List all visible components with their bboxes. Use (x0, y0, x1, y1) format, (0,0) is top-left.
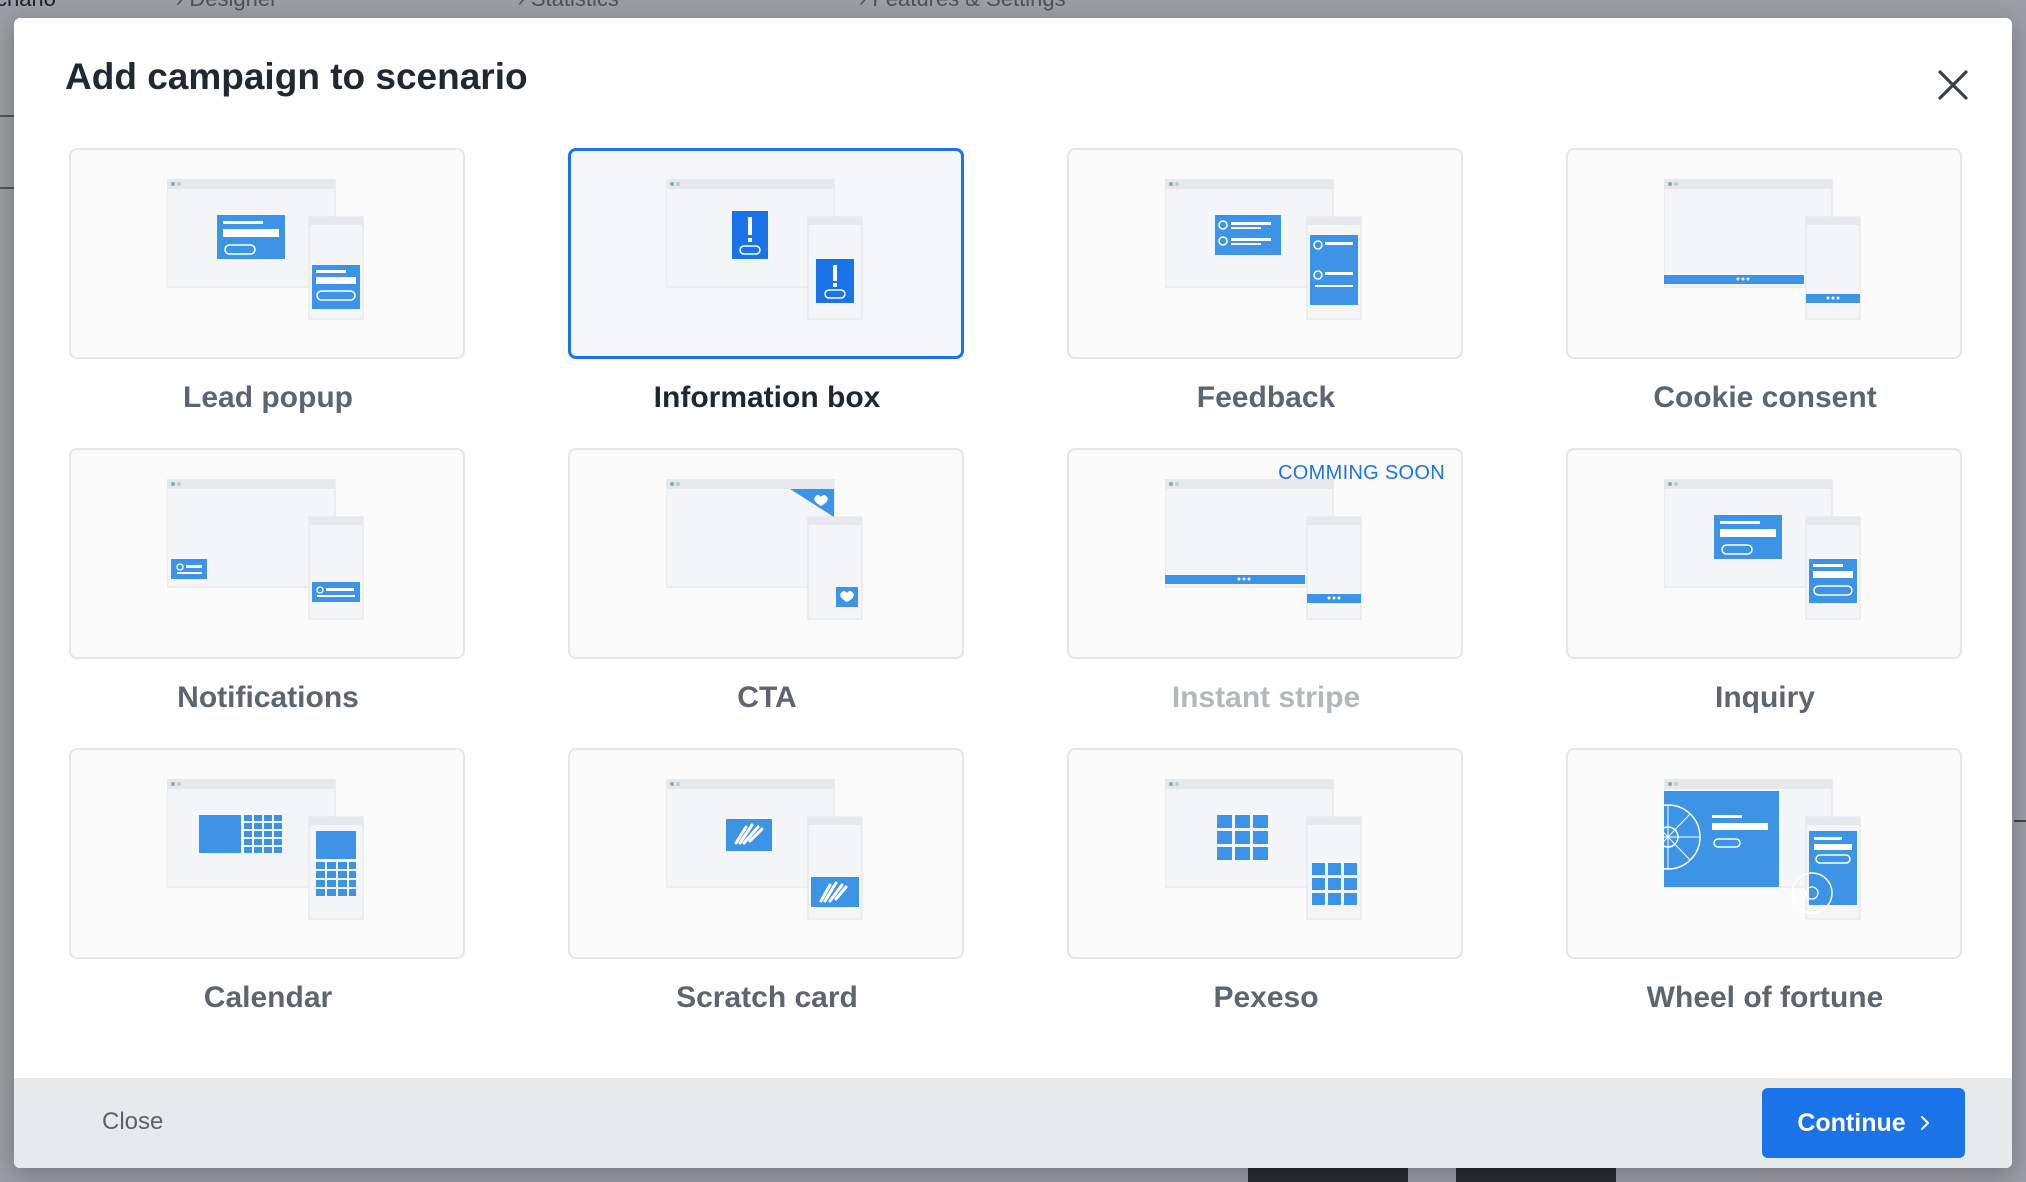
close-button[interactable]: Close (102, 1108, 163, 1136)
campaign-card-label: Feedback (1196, 381, 1336, 414)
background-tabs: cnario › Designer › Statistics › Feature… (0, 0, 1306, 12)
campaign-card-label: CTA (737, 681, 797, 714)
campaign-card-calendar[interactable]: Calendar (69, 748, 467, 1048)
campaign-card-inquiry[interactable]: Inquiry (1566, 448, 1964, 748)
campaign-card-label: Calendar (203, 981, 333, 1014)
pexeso-illustration (1067, 748, 1463, 959)
instant-stripe-illustration: COMMING SOON (1067, 448, 1463, 659)
campaign-card-cookie-consent[interactable]: Cookie consent (1566, 148, 1964, 448)
campaign-type-grid: Lead popup Information box Feedback Cook… (69, 148, 1964, 1048)
campaign-card-scratch-card[interactable]: Scratch card (568, 748, 966, 1048)
calendar-illustration (69, 748, 465, 959)
add-campaign-modal: Add campaign to scenario Lead popup Info… (14, 18, 2012, 1168)
coming-soon-badge: COMMING SOON (1278, 462, 1445, 484)
background-divider (2014, 820, 2026, 822)
campaign-card-feedback[interactable]: Feedback (1067, 148, 1465, 448)
cta-illustration (568, 448, 964, 659)
background-tab: › Designer (176, 0, 398, 12)
close-icon[interactable] (1928, 60, 1978, 110)
campaign-card-label: Lead popup (183, 381, 353, 414)
campaign-card-label: Information box (653, 381, 881, 414)
campaign-card-cta[interactable]: CTA (568, 448, 966, 748)
lead-popup-illustration (69, 148, 465, 359)
notifications-illustration (69, 448, 465, 659)
continue-button[interactable]: Continue (1762, 1088, 1965, 1158)
background-tab: › Statistics (517, 0, 738, 12)
campaign-card-label: Scratch card (676, 981, 858, 1014)
information-box-illustration (568, 148, 964, 359)
campaign-card-label: Notifications (177, 681, 359, 714)
campaign-card-label: Inquiry (1714, 681, 1815, 714)
modal-title: Add campaign to scenario (65, 56, 528, 97)
chevron-right-icon (1920, 1109, 1930, 1138)
cookie-consent-illustration (1566, 148, 1962, 359)
campaign-card-wheel-of-fortune[interactable]: Wheel of fortune (1566, 748, 1964, 1048)
campaign-card-label: Pexeso (1213, 981, 1319, 1014)
campaign-card-label: Instant stripe (1171, 681, 1361, 714)
background-tab: cnario (0, 0, 56, 12)
inquiry-illustration (1566, 448, 1962, 659)
campaign-card-lead-popup[interactable]: Lead popup (69, 148, 467, 448)
scratch-card-illustration (568, 748, 964, 959)
continue-label: Continue (1797, 1108, 1906, 1137)
campaign-card-label: Wheel of fortune (1646, 981, 1884, 1014)
campaign-card-pexeso[interactable]: Pexeso (1067, 748, 1465, 1048)
background-divider (0, 115, 14, 189)
campaign-card-information-box[interactable]: Information box (568, 148, 966, 448)
background-button (1456, 1168, 1616, 1182)
campaign-card-label: Cookie consent (1653, 381, 1877, 414)
background-button (1248, 1168, 1408, 1182)
campaign-card-instant-stripe[interactable]: COMMING SOON Instant stripe (1067, 448, 1465, 748)
background-tab: › Features & Settings (859, 0, 1186, 12)
feedback-illustration (1067, 148, 1463, 359)
modal-footer: Close Continue (14, 1078, 2012, 1168)
campaign-card-notifications[interactable]: Notifications (69, 448, 467, 748)
wheel-of-fortune-illustration (1566, 748, 1962, 959)
